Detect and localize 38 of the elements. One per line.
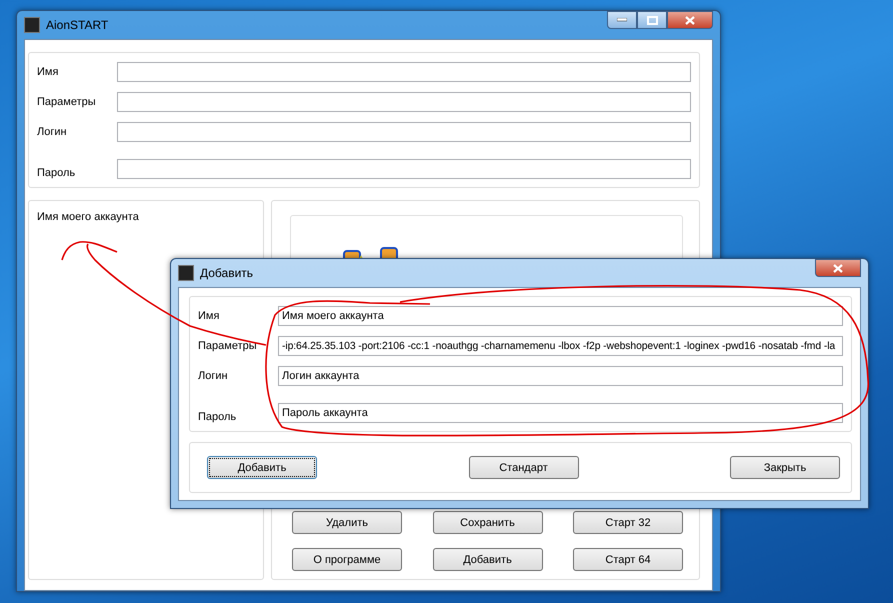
app-icon — [178, 265, 194, 281]
close-icon — [685, 16, 695, 24]
action-button[interactable]: О программе — [292, 548, 402, 571]
input-field[interactable] — [117, 62, 691, 82]
dialog-button[interactable]: Стандарт — [468, 456, 578, 479]
maximize-button[interactable] — [637, 11, 667, 29]
minimize-icon — [617, 18, 627, 22]
close-button[interactable] — [667, 11, 713, 29]
input-field[interactable]: Имя моего аккаунта — [278, 306, 843, 326]
field-label: Имя — [37, 66, 60, 78]
account-list-item[interactable]: Имя моего аккаунта — [37, 211, 255, 223]
input-field[interactable]: Пароль аккаунта — [278, 403, 843, 423]
input-field[interactable]: -ip:64.25.35.103 -port:2106 -cc:1 -noauthgg -charnamemenu -lbox -f2p -webshopevent:1 -loginex -pwd16 -nosatab -fmd -la — [278, 336, 843, 356]
action-button[interactable]: Сохранить — [432, 511, 542, 534]
action-button[interactable]: Удалить — [292, 511, 402, 534]
action-button[interactable]: Старт 32 — [573, 511, 683, 534]
window-title: Добавить — [200, 266, 254, 280]
input-field[interactable] — [117, 159, 691, 179]
input-field[interactable]: Логин аккаунта — [278, 366, 843, 386]
action-button[interactable]: Старт 64 — [573, 548, 683, 571]
field-label: Параметры — [198, 340, 258, 352]
field-label: Логин — [37, 126, 68, 138]
window-title: AionSTART — [46, 18, 108, 32]
close-button[interactable] — [815, 259, 861, 277]
field-label: Логин — [198, 370, 229, 382]
input-field[interactable] — [117, 92, 691, 112]
field-label: Параметры — [37, 96, 97, 108]
field-label: Пароль — [198, 411, 238, 423]
action-button[interactable]: Добавить — [432, 548, 542, 571]
field-label: Пароль — [37, 167, 76, 179]
input-field[interactable] — [117, 122, 691, 142]
dialog-button[interactable]: Закрыть — [730, 456, 840, 479]
minimize-button[interactable] — [607, 11, 637, 29]
close-icon — [833, 264, 843, 272]
app-icon — [24, 17, 40, 33]
maximize-icon — [646, 16, 658, 24]
field-label: Имя — [198, 310, 220, 322]
dialog-button[interactable]: Добавить — [207, 456, 317, 479]
